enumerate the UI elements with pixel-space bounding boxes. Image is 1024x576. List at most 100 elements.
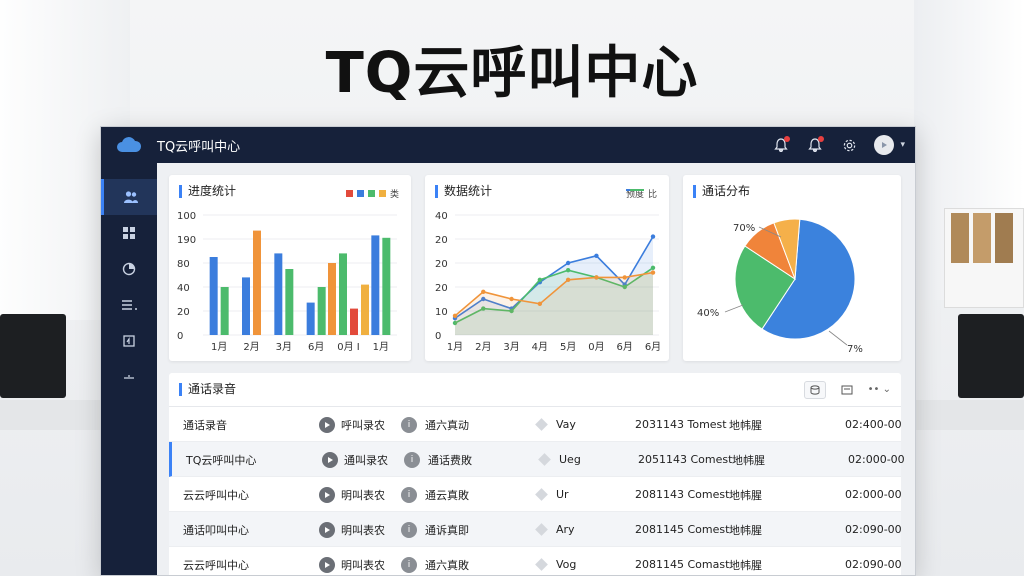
table-row[interactable]: TQ云呼叫中心 通叫录农 i 通话费敗 Ueg 2051143 Comest 地帏… bbox=[169, 442, 905, 477]
database-icon[interactable] bbox=[803, 380, 826, 399]
row-status: 地帏腥 bbox=[729, 523, 762, 537]
line-xtick-label: 2月 bbox=[475, 341, 491, 353]
bar-xtick-label: 2月 bbox=[243, 341, 259, 353]
bar bbox=[274, 253, 283, 335]
bar-chart: 0 20 40 80 190 100 1月 2月 3月 6月 0月 I 1月 bbox=[177, 211, 397, 353]
pie-chart-card: 通话分布 70% 40% 7% bbox=[683, 175, 901, 361]
bar bbox=[242, 277, 250, 335]
line-point bbox=[594, 275, 599, 280]
background-monitor-left bbox=[0, 314, 66, 398]
info-icon[interactable]: i bbox=[401, 486, 417, 503]
bar bbox=[285, 269, 294, 335]
info-icon[interactable]: i bbox=[401, 416, 417, 433]
settings-icon bbox=[122, 300, 137, 310]
diamond-icon bbox=[535, 523, 548, 536]
line-point bbox=[537, 277, 543, 282]
table-row[interactable]: 通话叩叫中心 明叫表农 i 通诉真即 Ary 2081145 Comest 地帏腥… bbox=[169, 512, 902, 547]
row-detail: i 通诉真即 bbox=[401, 512, 469, 547]
alert-bell-icon[interactable] bbox=[806, 136, 825, 154]
play-icon[interactable] bbox=[319, 556, 335, 573]
line-ytick-label: 0 bbox=[435, 331, 441, 342]
row-status: 地帏腥 bbox=[729, 558, 762, 572]
row-recording: 明叫表农 bbox=[319, 512, 385, 547]
bar-ytick-label: 0 bbox=[177, 331, 183, 342]
settings-gear-icon[interactable] bbox=[840, 136, 858, 154]
bar-xtick-label: 1月 bbox=[211, 341, 227, 353]
line-point bbox=[452, 313, 458, 318]
pie-label: 40% bbox=[697, 308, 719, 319]
pie-chart-icon bbox=[122, 262, 136, 276]
bar-xtick-label: 3月 bbox=[276, 341, 292, 353]
info-icon[interactable]: i bbox=[401, 556, 417, 573]
row-time: 2081145 Comest bbox=[635, 523, 730, 536]
play-icon[interactable] bbox=[319, 416, 335, 433]
sidebar-item-statistics[interactable] bbox=[101, 251, 157, 287]
sidebar-item-users[interactable] bbox=[101, 179, 157, 215]
row-time: 2031143 Tomest bbox=[635, 418, 727, 431]
bar-xtick-label: 6月 bbox=[308, 341, 324, 353]
app-window: TQ云呼叫中心 ▾ 进度统计 类 0 20 40 80 190 100 1月 2… bbox=[100, 126, 916, 576]
table-row[interactable]: 云云呼叫中心 明叫表农 i 通六真敗 Vog 2081145 Comast 地帏腥… bbox=[169, 547, 902, 575]
bar-ytick-label: 20 bbox=[177, 307, 190, 318]
info-icon[interactable]: i bbox=[401, 521, 417, 538]
line-ytick-label: 20 bbox=[435, 259, 448, 270]
line-point bbox=[565, 260, 571, 266]
bar bbox=[306, 302, 315, 335]
line-point bbox=[537, 301, 543, 306]
more-icon bbox=[124, 375, 134, 379]
line-xtick-label: 5月 bbox=[560, 341, 576, 353]
line-point bbox=[565, 277, 571, 282]
play-icon[interactable] bbox=[322, 451, 338, 468]
pie-chart: 70% 40% 7% bbox=[697, 218, 863, 355]
bar-ytick-label: 80 bbox=[177, 259, 190, 270]
sidebar-item-settings[interactable] bbox=[101, 287, 157, 323]
row-recording: 明叫表农 bbox=[319, 477, 385, 512]
diamond-icon bbox=[535, 418, 548, 431]
row-duration: 02:090-00 bbox=[845, 523, 902, 536]
more-options-icon[interactable]: •• ⌄ bbox=[868, 384, 891, 395]
row-duration: 02:000-00 bbox=[845, 488, 902, 501]
app-title: TQ云呼叫中心 bbox=[157, 139, 241, 155]
line-point bbox=[481, 289, 486, 294]
bar-xtick-label: 0月 I bbox=[337, 341, 360, 353]
bar bbox=[328, 263, 336, 335]
row-recording: 明叫表农 bbox=[319, 547, 385, 575]
print-icon[interactable] bbox=[836, 381, 858, 399]
main-content: 进度统计 类 0 20 40 80 190 100 1月 2月 3月 6月 0月 I 1月 数据统计 … bbox=[157, 163, 915, 575]
line-point bbox=[650, 234, 656, 239]
row-name: 云云呼叫中心 bbox=[183, 488, 249, 502]
bar bbox=[253, 230, 261, 335]
bar bbox=[371, 235, 380, 335]
bar bbox=[209, 257, 218, 335]
cloud-logo-icon[interactable] bbox=[101, 137, 157, 153]
chevron-down-icon[interactable]: ▾ bbox=[900, 140, 905, 150]
table-row[interactable]: 通话录音 呼叫录农 i 通六真动 Vay 2031143 Tomest 地帏腥 0… bbox=[169, 407, 902, 442]
row-tag: Ary bbox=[535, 512, 575, 547]
line-ytick-label: 40 bbox=[435, 211, 448, 222]
table-title: 通话录音 bbox=[179, 383, 236, 396]
line-xtick-label: 6月 bbox=[645, 341, 661, 353]
row-duration: 02:090-00 bbox=[845, 558, 902, 571]
pie-leader-line bbox=[828, 330, 848, 346]
bar bbox=[317, 287, 326, 335]
row-name: 通话录音 bbox=[183, 418, 227, 432]
table-row[interactable]: 云云呼叫中心 明叫表农 i 通云真敗 Ur 2081143 Comest 地帏腥 … bbox=[169, 477, 902, 512]
info-icon[interactable]: i bbox=[404, 451, 420, 468]
diamond-icon bbox=[538, 453, 551, 466]
bar bbox=[361, 284, 369, 335]
bar-ytick-label: 190 bbox=[177, 235, 196, 246]
notification-bell-icon[interactable] bbox=[772, 136, 791, 154]
sidebar-item-dashboard[interactable] bbox=[101, 215, 157, 251]
user-avatar[interactable] bbox=[874, 135, 895, 155]
row-status: 地帏腥 bbox=[729, 488, 762, 502]
row-tag: Vay bbox=[535, 407, 576, 442]
play-icon[interactable] bbox=[319, 486, 335, 503]
play-icon[interactable] bbox=[319, 521, 335, 538]
sidebar-item-reports[interactable] bbox=[101, 323, 157, 359]
sidebar-item-more[interactable] bbox=[101, 359, 157, 395]
line-ytick-label: 10 bbox=[435, 307, 448, 318]
top-bar: TQ云呼叫中心 ▾ bbox=[101, 127, 915, 163]
row-detail: i 通话费敗 bbox=[404, 442, 472, 477]
diamond-icon bbox=[535, 488, 548, 501]
bar-xtick-label: 1月 bbox=[373, 341, 389, 353]
